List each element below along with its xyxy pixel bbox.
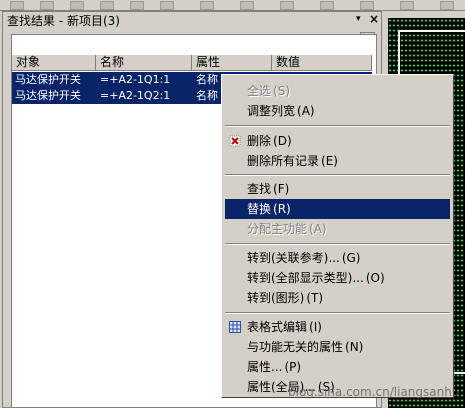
menu-item-goto-all-types[interactable]: 转到(全部显示类型)... (O) bbox=[225, 268, 450, 288]
context-menu: 全选 (S) 调整列宽 (A) 删除 (D) 删除所有记录 (E) 查找 (F) 替换 (R… bbox=[221, 74, 454, 398]
menu-item-select-all[interactable]: 全选 (S) bbox=[225, 81, 450, 101]
menu-item-accel: (T) bbox=[306, 291, 324, 305]
menu-item-label: 查找 bbox=[247, 182, 272, 196]
grid-header: 对象 名称 属性 数值 bbox=[12, 55, 372, 71]
toolbar-button[interactable] bbox=[160, 1, 174, 10]
menu-separator bbox=[225, 243, 450, 245]
menu-item-label: 删除 bbox=[247, 134, 272, 148]
menu-item-adjust-column-width[interactable]: 调整列宽 (A) bbox=[225, 101, 450, 121]
menu-item-accel: (A) bbox=[309, 222, 327, 236]
toolbar-button[interactable] bbox=[440, 1, 454, 10]
toolbar-button[interactable] bbox=[240, 1, 254, 10]
toolbar-button[interactable] bbox=[70, 1, 84, 10]
close-icon[interactable]: × bbox=[369, 12, 379, 26]
menu-item-properties[interactable]: 属性... (P) bbox=[225, 357, 450, 377]
column-header-name[interactable]: 名称 bbox=[96, 55, 192, 71]
menu-item-label: 转到(全部显示类型)... bbox=[247, 271, 364, 285]
toolbar-button[interactable] bbox=[40, 1, 54, 10]
toolbar-button[interactable] bbox=[100, 1, 114, 10]
menu-separator bbox=[225, 312, 450, 314]
menu-item-label: 与功能无关的属性 bbox=[247, 340, 344, 354]
menu-item-accel: (I) bbox=[309, 320, 322, 334]
column-header-object[interactable]: 对象 bbox=[12, 55, 96, 71]
column-header-value[interactable]: 数值 bbox=[272, 55, 372, 71]
menu-separator bbox=[225, 125, 450, 127]
menu-item-delete-all-records[interactable]: 删除所有记录 (E) bbox=[225, 151, 450, 171]
menu-item-accel: (S) bbox=[273, 84, 290, 98]
toolbar-button[interactable] bbox=[200, 1, 214, 10]
toolbar-button[interactable] bbox=[10, 1, 24, 10]
menu-item-accel: (A) bbox=[297, 104, 315, 118]
menu-item-non-function-properties[interactable]: 与功能无关的属性 (N) bbox=[225, 337, 450, 357]
menu-item-accel: (G) bbox=[341, 251, 361, 265]
toolbar-button[interactable] bbox=[360, 1, 374, 10]
column-header-property[interactable]: 属性 bbox=[192, 55, 272, 71]
toolbar-button[interactable] bbox=[280, 1, 294, 10]
menu-item-delete[interactable]: 删除 (D) bbox=[225, 131, 450, 151]
menu-item-label: 删除所有记录 bbox=[247, 154, 320, 168]
menu-item-accel: (N) bbox=[345, 340, 364, 354]
menu-item-replace[interactable]: 替换 (R) bbox=[225, 199, 450, 219]
cell-object: 马达保护开关 bbox=[15, 89, 81, 102]
delete-icon bbox=[229, 135, 241, 147]
menu-item-label: 转到(图形) bbox=[247, 291, 305, 305]
menu-separator bbox=[225, 174, 450, 176]
menu-item-goto-reference[interactable]: 转到(关联参考)... (G) bbox=[225, 248, 450, 268]
menu-item-assign-main-function[interactable]: 分配主功能 (A) bbox=[225, 219, 450, 239]
menu-item-goto-graphic[interactable]: 转到(图形) (T) bbox=[225, 288, 450, 308]
menu-item-accel: (O) bbox=[365, 271, 385, 285]
menu-item-label: 调整列宽 bbox=[247, 104, 296, 118]
menu-item-accel: (E) bbox=[321, 154, 338, 168]
toolbar-button[interactable] bbox=[320, 1, 334, 10]
watermark: blog.sina.com.cn/liangsanhu bbox=[288, 385, 460, 399]
menu-item-accel: (F) bbox=[273, 182, 290, 196]
menu-item-label: 转到(关联参考)... bbox=[247, 251, 340, 265]
menu-item-table-edit[interactable]: 表格式编辑 (I) bbox=[225, 317, 450, 337]
top-toolbar-strip bbox=[0, 0, 465, 11]
menu-item-accel: (R) bbox=[273, 202, 291, 216]
menu-item-accel: (P) bbox=[284, 360, 302, 374]
cell-name: =+A2-1Q2:1 bbox=[100, 89, 171, 102]
cell-name: =+A2-1Q1:1 bbox=[100, 73, 171, 86]
menu-item-label: 属性... bbox=[247, 360, 283, 374]
pin-icon[interactable]: ▾ bbox=[356, 14, 361, 24]
menu-item-accel: (D) bbox=[273, 134, 292, 148]
cell-object: 马达保护开关 bbox=[15, 73, 81, 86]
toolbar-button[interactable] bbox=[400, 1, 414, 10]
menu-item-label: 分配主功能 bbox=[247, 222, 308, 236]
menu-item-label: 表格式编辑 bbox=[247, 320, 308, 334]
table-icon bbox=[229, 321, 241, 333]
panel-title: 查找结果 - 新项目(3) bbox=[7, 14, 120, 28]
menu-item-label: 替换 bbox=[247, 202, 272, 216]
menu-item-find[interactable]: 查找 (F) bbox=[225, 179, 450, 199]
toolbar-button[interactable] bbox=[130, 1, 144, 10]
menu-item-label: 全选 bbox=[247, 84, 272, 98]
